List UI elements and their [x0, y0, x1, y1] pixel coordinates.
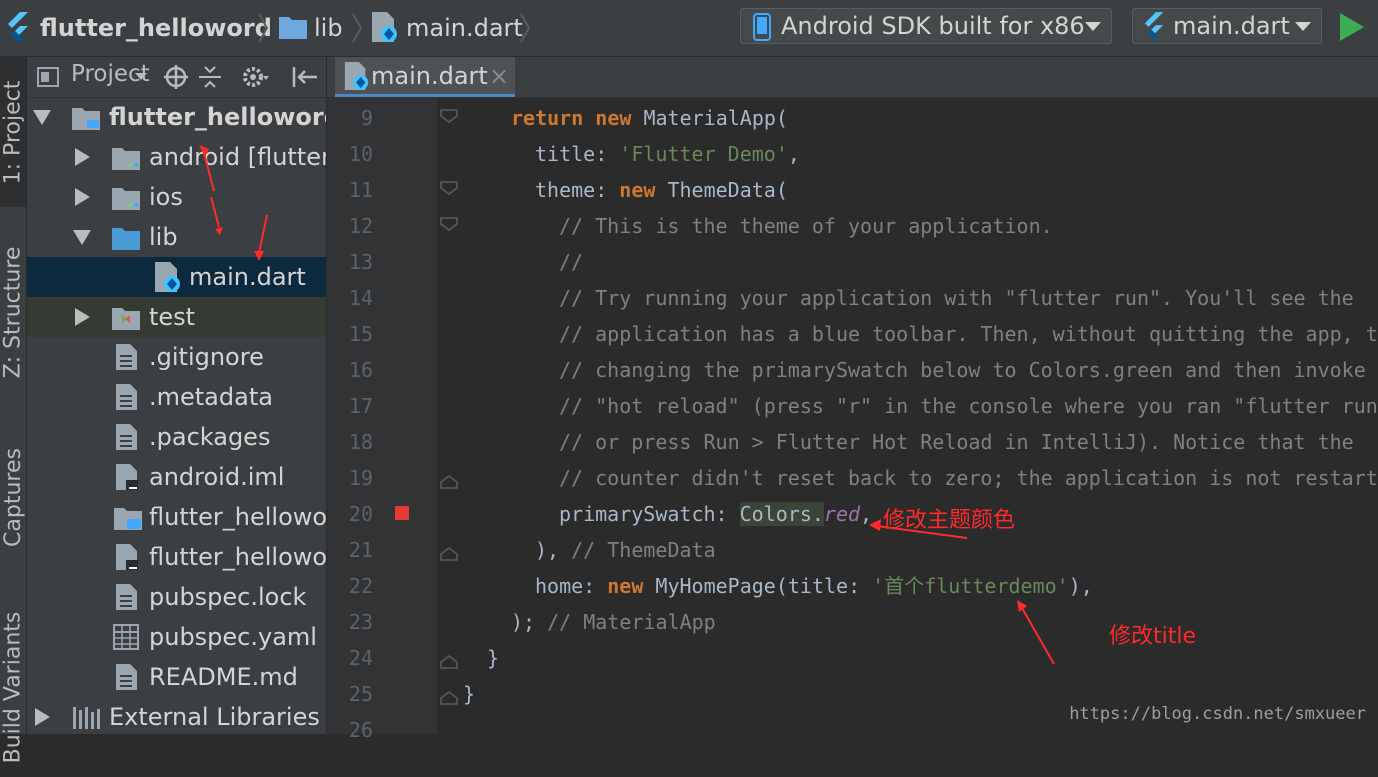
tab-build-variants[interactable]: Build Variants [0, 597, 26, 777]
dart-file-icon [344, 62, 369, 90]
color-marker-icon[interactable] [395, 506, 409, 520]
line-number: 21 [348, 538, 373, 562]
breadcrumb-file[interactable]: main.dart [406, 8, 523, 48]
line-number: 18 [348, 430, 373, 454]
close-tab-icon[interactable]: × [489, 62, 509, 90]
line-number: 26 [348, 718, 373, 742]
chevron-down-icon [1085, 22, 1101, 31]
editor-gutter: 9 10 11 12 13 14 15 16 17 18 19 20 21 22… [327, 98, 437, 742]
run-triangle-icon[interactable] [1338, 11, 1366, 43]
flutter-logo-icon [8, 12, 28, 42]
breadcrumb-separator-icon [520, 13, 531, 43]
line-number: 25 [348, 682, 373, 706]
line-number: 15 [348, 322, 373, 346]
run-config-selector[interactable]: main.dart [1132, 8, 1322, 44]
breadcrumb-folder[interactable]: lib [314, 8, 343, 48]
line-number: 14 [348, 286, 373, 310]
line-number: 24 [348, 646, 373, 670]
chevron-down-icon [1295, 22, 1311, 31]
line-number: 23 [348, 610, 373, 634]
tab-main-dart[interactable]: main.dart × [335, 57, 515, 97]
phone-icon [753, 13, 771, 41]
folder-icon [279, 17, 307, 39]
line-number: 11 [348, 178, 373, 202]
line-number: 20 [348, 502, 373, 526]
project-panel: Project flutter_helloword android [flutt… [27, 57, 326, 734]
tab-captures[interactable]: Captures [0, 427, 26, 567]
line-number: 13 [348, 250, 373, 274]
breadcrumb-project[interactable]: flutter_helloword [40, 8, 272, 48]
line-number: 17 [348, 394, 373, 418]
editor-tab-bar: main.dart × [327, 57, 1378, 98]
line-number: 16 [348, 358, 373, 382]
line-number: 22 [348, 574, 373, 598]
flutter-icon [1144, 12, 1164, 40]
line-number: 12 [348, 214, 373, 238]
line-number: 10 [348, 142, 373, 166]
tab-project[interactable]: 1: Project [0, 57, 26, 207]
breadcrumb-separator-icon [258, 13, 269, 43]
line-number: 19 [348, 466, 373, 490]
device-selector[interactable]: Android SDK built for x86 [740, 8, 1112, 44]
tab-structure[interactable]: Z: Structure [0, 227, 26, 397]
line-number: 9 [360, 106, 373, 130]
dart-file-icon [372, 12, 397, 42]
tool-window-strip: 1: Project Z: Structure Captures Build V… [0, 57, 27, 763]
watermark-text: https://blog.csdn.net/smxueer [1069, 704, 1366, 724]
breadcrumb-separator-icon [352, 13, 363, 43]
annotation-arrows-editor [869, 519, 1055, 665]
navigation-bar: flutter_helloword lib main.dart Android … [0, 0, 1378, 57]
device-selector-label: Android SDK built for x86 [781, 12, 1085, 40]
annotation-arrows-project [199, 145, 268, 261]
run-config-label: main.dart [1173, 12, 1290, 40]
code-editor[interactable]: return new MaterialApp( title: 'Flutter … [437, 98, 1378, 734]
